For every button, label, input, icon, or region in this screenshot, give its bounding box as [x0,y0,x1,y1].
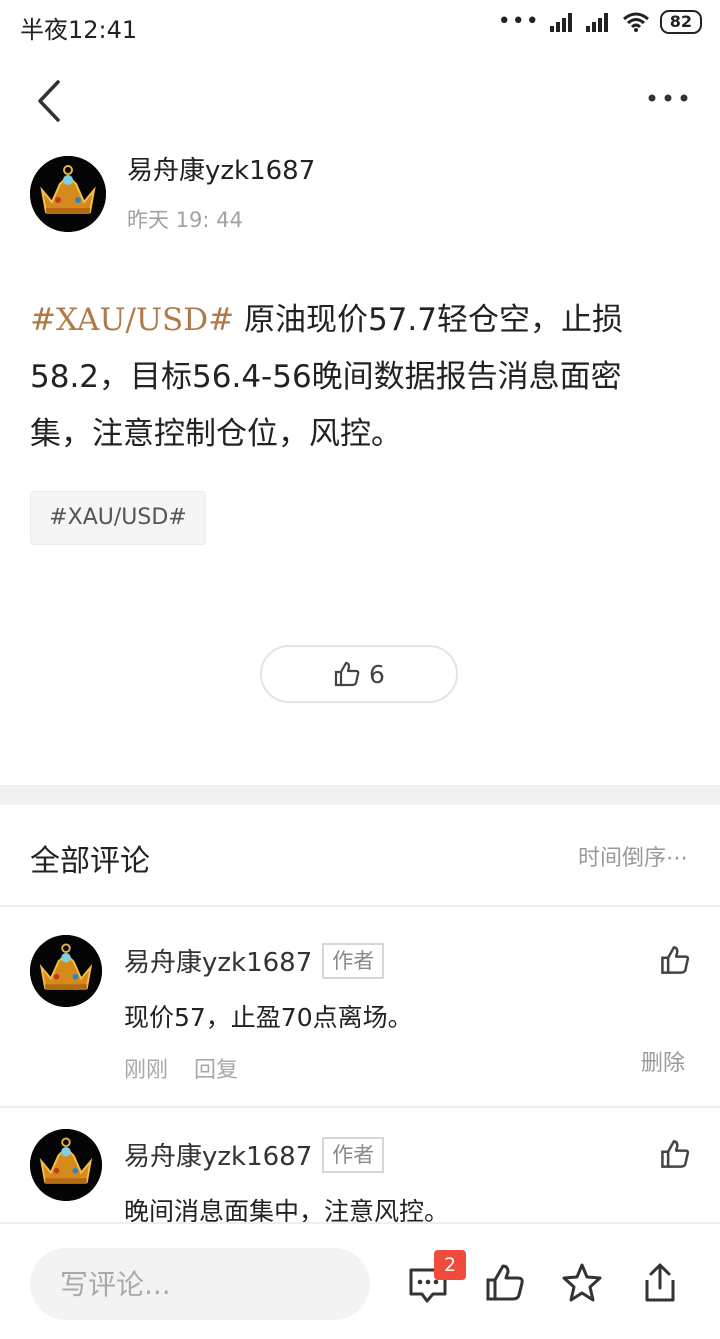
signal-icon [549,13,572,32]
delete-button[interactable]: 删除 [641,1045,685,1077]
more-button[interactable] [646,86,690,110]
status-icons: ••• 82 [498,10,702,34]
status-time: 半夜12:41 [20,16,138,44]
comment-input[interactable] [30,1248,370,1320]
divider [0,905,720,907]
crown-icon [30,1129,102,1201]
divider [0,1106,720,1108]
comment-like-button[interactable] [659,1138,691,1170]
signal-icon [585,13,608,32]
dots-icon: ••• [497,9,540,34]
comment-count-badge: 2 [434,1250,466,1280]
crown-icon [30,935,102,1007]
crown-icon [30,156,106,232]
author-badge: 作者 [322,942,385,979]
comment-author: 易舟康yzk1687 作者 [124,942,385,979]
comment-like-button[interactable] [659,944,691,976]
wifi-icon [622,12,649,32]
section-divider [0,785,720,805]
comment-avatar[interactable] [30,1129,102,1201]
tag-chip[interactable]: #XAU/USD# [30,491,206,545]
share-icon[interactable] [639,1262,681,1304]
comment-author-name[interactable]: 易舟康yzk1687 [124,1136,312,1173]
comment-time: 刚刚 [124,1058,169,1083]
reply-button[interactable]: 回复 [194,1052,238,1084]
post-time: 昨天 19: 44 [127,208,243,232]
comment-meta: 刚刚 回复 [124,1052,238,1084]
sort-label: 时间倒序 [577,846,666,871]
sort-button[interactable]: 时间倒序⋯ [578,840,688,872]
comment-author-name[interactable]: 易舟康yzk1687 [124,942,312,979]
comments-title: 全部评论 [30,844,150,879]
avatar[interactable] [30,156,106,232]
author-badge: 作者 [322,1136,385,1173]
star-icon[interactable] [561,1262,603,1304]
post-body: #XAU/USD# 原油现价57.7轻仓空，止损58.2，目标56.4-56晚间… [30,292,680,463]
comment-author: 易舟康yzk1687 作者 [124,1136,385,1173]
author-name[interactable]: 易舟康yzk1687 [127,150,315,187]
thumb-up-icon [334,661,360,687]
thumb-up-icon[interactable] [484,1262,526,1304]
back-button[interactable] [30,76,70,126]
comment-text: 现价57，止盈70点离场。 [124,1003,413,1032]
hashtag-link[interactable]: #XAU/USD# [30,302,234,338]
sort-more-icon: ⋯ [666,846,688,871]
like-button[interactable]: 6 [260,645,458,703]
battery-icon: 82 [659,10,702,34]
like-count: 6 [369,659,385,689]
comment-avatar[interactable] [30,935,102,1007]
